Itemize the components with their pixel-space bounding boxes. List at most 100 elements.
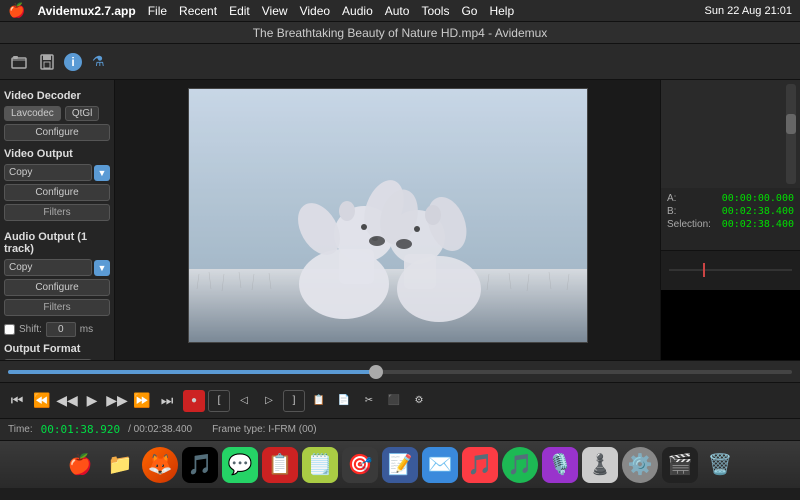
- shift-checkbox[interactable]: [4, 324, 15, 335]
- menu-auto[interactable]: Auto: [385, 4, 410, 18]
- output-format-label: Output Format: [4, 343, 110, 355]
- shift-input[interactable]: [46, 322, 76, 337]
- audio-copy-select[interactable]: Copy: [4, 259, 92, 276]
- frame-type: Frame type: I-FRM (00): [212, 424, 316, 435]
- timecode-a-row: A: 00:00:00.000: [667, 192, 794, 205]
- menu-edit[interactable]: Edit: [229, 4, 250, 18]
- crop-btn[interactable]: ⬛: [383, 390, 405, 412]
- dock: 🍎 📁 🦊 🎵 💬 📋 🗒️ 🎯 📝 ✉️ 🎵 🎵 🎙️ ♟️ ⚙️ 🎬 🗑️: [0, 440, 800, 488]
- video-copy-select[interactable]: Copy: [4, 164, 92, 181]
- audio-copy-arrow[interactable]: ▼: [94, 260, 110, 276]
- dock-firefox[interactable]: 🦊: [142, 447, 178, 483]
- apple-menu[interactable]: 🍎: [8, 2, 25, 19]
- go-end-btn[interactable]: ⏭: [156, 390, 178, 412]
- muxer-select[interactable]: MKV Muxer: [4, 359, 92, 360]
- dock-clapper[interactable]: 🎬: [662, 447, 698, 483]
- seek-thumb[interactable]: [369, 365, 383, 379]
- dock-notes[interactable]: 🗒️: [302, 447, 338, 483]
- audio-copy-row: Copy ▼: [4, 259, 110, 276]
- main-layout: Video Decoder Lavcodec QtGl Configure Vi…: [0, 80, 800, 360]
- selection-value: 00:02:38.400: [722, 219, 794, 230]
- open-icon[interactable]: [8, 51, 30, 73]
- dock-finder[interactable]: 🍎: [62, 447, 98, 483]
- left-panel: Video Decoder Lavcodec QtGl Configure Vi…: [0, 80, 115, 360]
- menu-audio[interactable]: Audio: [342, 4, 373, 18]
- filters-audio-btn[interactable]: Filters: [4, 299, 110, 316]
- menu-file[interactable]: File: [148, 4, 167, 18]
- time-label: Time:: [8, 424, 33, 435]
- dock-trash[interactable]: 🗑️: [702, 447, 738, 483]
- black-preview: [661, 290, 800, 360]
- shift-label: Shift:: [19, 324, 42, 335]
- menu-tools[interactable]: Tools: [421, 4, 449, 18]
- seek-bar[interactable]: [8, 370, 792, 374]
- a-label: A:: [667, 193, 676, 204]
- dock-itunes[interactable]: 🎵: [462, 447, 498, 483]
- muxer-arrow[interactable]: ▼: [94, 360, 110, 361]
- dock-whatsapp[interactable]: 💬: [222, 447, 258, 483]
- video-scene: [189, 89, 588, 343]
- dock-spotify[interactable]: 🎵: [502, 447, 538, 483]
- configure-video-decoder-btn[interactable]: Configure: [4, 124, 110, 141]
- video-copy-arrow[interactable]: ▼: [94, 165, 110, 181]
- dock-settings[interactable]: ⚙️: [622, 447, 658, 483]
- filter-icon[interactable]: ⚗: [92, 53, 105, 70]
- video-area: [115, 80, 660, 360]
- codec-row: Lavcodec QtGl: [4, 106, 110, 121]
- mark-in-btn[interactable]: [: [208, 390, 230, 412]
- app-name[interactable]: Avidemux2.7.app: [37, 4, 135, 18]
- menu-help[interactable]: Help: [489, 4, 514, 18]
- muxer-row: MKV Muxer ▼: [4, 359, 110, 360]
- configure-audio-btn[interactable]: Configure: [4, 279, 110, 296]
- timecode-selection-row: Selection: 00:02:38.400: [667, 218, 794, 231]
- dock-folder[interactable]: 📁: [102, 447, 138, 483]
- dock-tasklist[interactable]: 📋: [262, 447, 298, 483]
- fast-forward-btn[interactable]: ▶▶: [106, 390, 128, 412]
- mark-out-btn[interactable]: ]: [283, 390, 305, 412]
- video-preview: [188, 88, 588, 343]
- filters-video-btn[interactable]: Filters: [4, 204, 110, 221]
- video-decoder-label: Video Decoder: [4, 90, 110, 102]
- title-bar: The Breathtaking Beauty of Nature HD.mp4…: [0, 22, 800, 44]
- timecode-b-row: B: 00:02:38.400: [667, 205, 794, 218]
- copy-btn[interactable]: 📋: [308, 390, 330, 412]
- dock-task[interactable]: 🎯: [342, 447, 378, 483]
- prev-keyframe-btn[interactable]: ◁: [233, 390, 255, 412]
- qtgl-btn[interactable]: QtGl: [65, 106, 100, 121]
- menu-view[interactable]: View: [262, 4, 288, 18]
- play-btn[interactable]: ▶: [81, 390, 103, 412]
- right-panel: A: 00:00:00.000 B: 00:02:38.400 Selectio…: [660, 80, 800, 360]
- settings-btn[interactable]: ⚙: [408, 390, 430, 412]
- selection-label: Selection:: [667, 219, 711, 230]
- menu-go[interactable]: Go: [461, 4, 477, 18]
- lavcodec-btn[interactable]: Lavcodec: [4, 106, 61, 121]
- app-toolbar: i ⚗: [0, 44, 800, 80]
- configure-video-output-btn[interactable]: Configure: [4, 184, 110, 201]
- time-value: 00:01:38.920: [41, 423, 120, 436]
- dock-chess[interactable]: ♟️: [582, 447, 618, 483]
- shift-unit: ms: [80, 324, 93, 335]
- menu-video[interactable]: Video: [300, 4, 330, 18]
- rewind-btn[interactable]: ◀◀: [56, 390, 78, 412]
- record-btn[interactable]: ●: [183, 390, 205, 412]
- go-start-btn[interactable]: ⏮: [6, 390, 28, 412]
- menu-recent[interactable]: Recent: [179, 4, 217, 18]
- dock-podcasts[interactable]: 🎙️: [542, 447, 578, 483]
- duration-value: / 00:02:38.400: [128, 424, 192, 435]
- next-frame-btn[interactable]: ⏩: [131, 390, 153, 412]
- dock-editor[interactable]: 📝: [382, 447, 418, 483]
- menu-bar-right: Sun 22 Aug 21:01: [705, 5, 792, 17]
- save-icon[interactable]: [36, 51, 58, 73]
- prev-frame-btn[interactable]: ⏪: [31, 390, 53, 412]
- shift-row: Shift: ms: [4, 322, 110, 337]
- info-icon[interactable]: i: [64, 53, 82, 71]
- paste-btn[interactable]: 📄: [333, 390, 355, 412]
- next-keyframe-btn[interactable]: ▷: [258, 390, 280, 412]
- time-display-bar: Time: 00:01:38.920 / 00:02:38.400 Frame …: [0, 418, 800, 440]
- audio-output-label: Audio Output (1 track): [4, 231, 110, 255]
- delete-btn[interactable]: ✂: [358, 390, 380, 412]
- transport-bar: ⏮ ⏪ ◀◀ ▶ ▶▶ ⏩ ⏭ ● [ ◁ ▷ ] 📋 📄 ✂ ⬛ ⚙: [0, 382, 800, 418]
- dock-mail[interactable]: ✉️: [422, 447, 458, 483]
- dock-music[interactable]: 🎵: [182, 447, 218, 483]
- video-output-label: Video Output: [4, 148, 110, 160]
